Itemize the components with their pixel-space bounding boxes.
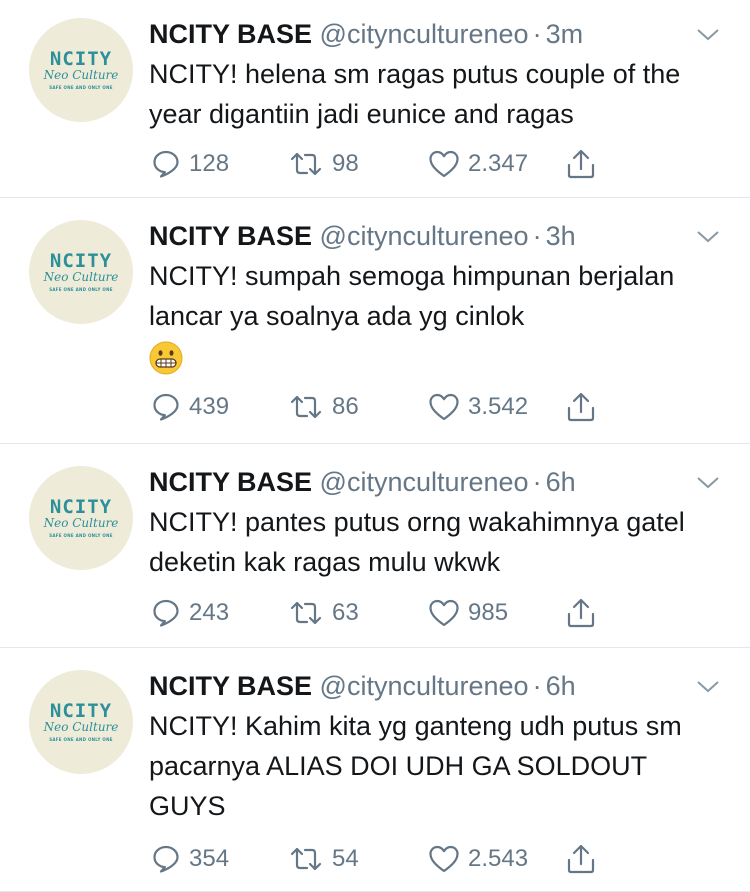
chevron-down-icon[interactable] <box>694 26 722 44</box>
reply-icon <box>153 845 179 873</box>
retweet-icon <box>290 152 322 176</box>
like-button[interactable]: 3.542 <box>428 389 528 425</box>
tweet[interactable]: NCITY Neo Culture SAFE ONE AND ONLY ONE … <box>0 198 750 444</box>
avatar-logo-tagline: SAFE ONE AND ONLY ONE <box>49 85 113 90</box>
tweet-actions: 128 98 2.347 <box>151 146 611 182</box>
avatar-logo-text: NCITY <box>49 250 113 272</box>
share-button[interactable] <box>565 841 597 877</box>
tweet-header: NCITY BASE @cityncultureneo · 6h <box>149 666 576 706</box>
like-icon <box>429 150 459 178</box>
avatar-logo-text: NCITY <box>49 496 113 518</box>
chevron-down-icon[interactable] <box>694 228 722 246</box>
chevron-down-icon[interactable] <box>694 474 722 492</box>
display-name[interactable]: NCITY BASE <box>149 671 312 701</box>
tweet-header: NCITY BASE @cityncultureneo · 3h <box>149 216 576 256</box>
reply-count: 128 <box>189 150 230 177</box>
avatar[interactable]: NCITY Neo Culture SAFE ONE AND ONLY ONE <box>29 220 133 324</box>
tweet-text: NCITY! helena sm ragas putus couple of t… <box>149 59 681 129</box>
separator-dot: · <box>532 221 542 251</box>
retweet-count: 86 <box>332 393 359 420</box>
share-icon <box>567 844 595 874</box>
tweet-actions: 439 86 3.542 <box>151 389 611 425</box>
tweet-header: NCITY BASE @cityncultureneo · 3m <box>149 14 583 54</box>
tweet-text-content: NCITY! sumpah semoga himpunan berjalan l… <box>149 261 675 331</box>
avatar-logo-tagline: SAFE ONE AND ONLY ONE <box>49 533 113 538</box>
tweet-actions: 243 63 985 <box>151 595 611 631</box>
avatar-logo-text: NCITY <box>49 48 113 70</box>
reply-button[interactable]: 439 <box>151 389 229 425</box>
retweet-icon <box>290 395 322 419</box>
grimacing-face-emoji <box>149 341 183 375</box>
like-count: 985 <box>468 599 509 626</box>
retweet-button[interactable]: 86 <box>288 389 359 425</box>
like-button[interactable]: 2.347 <box>428 146 528 182</box>
tweet[interactable]: NCITY Neo Culture SAFE ONE AND ONLY ONE … <box>0 444 750 648</box>
tweet-feed: NCITY Neo Culture SAFE ONE AND ONLY ONE … <box>0 0 750 892</box>
timestamp[interactable]: 6h <box>546 467 576 497</box>
like-icon <box>429 393 459 421</box>
reply-icon <box>153 393 179 421</box>
avatar-logo-text: NCITY <box>49 700 113 722</box>
avatar[interactable]: NCITY Neo Culture SAFE ONE AND ONLY ONE <box>29 670 133 774</box>
tweet-actions: 354 54 2.543 <box>151 841 611 877</box>
user-handle[interactable]: @cityncultureneo <box>320 671 529 701</box>
avatar-logo-script: Neo Culture <box>43 68 119 82</box>
display-name[interactable]: NCITY BASE <box>149 467 312 497</box>
share-button[interactable] <box>565 595 597 631</box>
timestamp[interactable]: 3m <box>546 19 584 49</box>
display-name[interactable]: NCITY BASE <box>149 19 312 49</box>
user-handle[interactable]: @cityncultureneo <box>320 221 529 251</box>
timestamp[interactable]: 3h <box>546 221 576 251</box>
retweet-count: 98 <box>332 150 359 177</box>
avatar-logo-tagline: SAFE ONE AND ONLY ONE <box>49 737 113 742</box>
reply-icon <box>153 599 179 627</box>
share-icon <box>567 392 595 422</box>
share-icon <box>567 598 595 628</box>
retweet-button[interactable]: 63 <box>288 595 359 631</box>
share-icon <box>567 149 595 179</box>
tweet-text: NCITY! pantes putus orng wakahimnya gate… <box>149 507 685 577</box>
user-handle[interactable]: @cityncultureneo <box>320 19 529 49</box>
like-count: 3.542 <box>468 393 529 420</box>
reply-button[interactable]: 354 <box>151 841 229 877</box>
tweet[interactable]: NCITY Neo Culture SAFE ONE AND ONLY ONE … <box>0 0 750 198</box>
like-button[interactable]: 985 <box>428 595 508 631</box>
reply-count: 354 <box>189 845 230 872</box>
like-icon <box>429 845 459 873</box>
chevron-down-icon[interactable] <box>694 678 722 696</box>
share-button[interactable] <box>565 146 597 182</box>
avatar-logo-script: Neo Culture <box>43 270 119 284</box>
share-button[interactable] <box>565 389 597 425</box>
avatar-logo-script: Neo Culture <box>43 720 119 734</box>
reply-count: 243 <box>189 599 230 626</box>
user-handle[interactable]: @cityncultureneo <box>320 467 529 497</box>
separator-dot: · <box>532 467 542 497</box>
retweet-icon <box>290 847 322 871</box>
separator-dot: · <box>532 19 542 49</box>
retweet-count: 54 <box>332 845 359 872</box>
reply-icon <box>153 150 179 178</box>
retweet-icon <box>290 601 322 625</box>
retweet-button[interactable]: 98 <box>288 146 359 182</box>
tweet-text: NCITY! Kahim kita yg ganteng udh putus s… <box>149 711 682 821</box>
tweet-header: NCITY BASE @cityncultureneo · 6h <box>149 462 576 502</box>
like-icon <box>429 599 459 627</box>
tweet[interactable]: NCITY Neo Culture SAFE ONE AND ONLY ONE … <box>0 648 750 892</box>
avatar-logo-script: Neo Culture <box>43 516 119 530</box>
tweet-text: NCITY! sumpah semoga himpunan berjalan l… <box>149 256 729 376</box>
reply-button[interactable]: 128 <box>151 146 229 182</box>
like-count: 2.347 <box>468 150 529 177</box>
avatar[interactable]: NCITY Neo Culture SAFE ONE AND ONLY ONE <box>29 466 133 570</box>
separator-dot: · <box>532 671 542 701</box>
reply-count: 439 <box>189 393 230 420</box>
reply-button[interactable]: 243 <box>151 595 229 631</box>
retweet-button[interactable]: 54 <box>288 841 359 877</box>
retweet-count: 63 <box>332 599 359 626</box>
timestamp[interactable]: 6h <box>546 671 576 701</box>
like-button[interactable]: 2.543 <box>428 841 528 877</box>
display-name[interactable]: NCITY BASE <box>149 221 312 251</box>
like-count: 2.543 <box>468 845 529 872</box>
avatar-logo-tagline: SAFE ONE AND ONLY ONE <box>49 287 113 292</box>
avatar[interactable]: NCITY Neo Culture SAFE ONE AND ONLY ONE <box>29 18 133 122</box>
